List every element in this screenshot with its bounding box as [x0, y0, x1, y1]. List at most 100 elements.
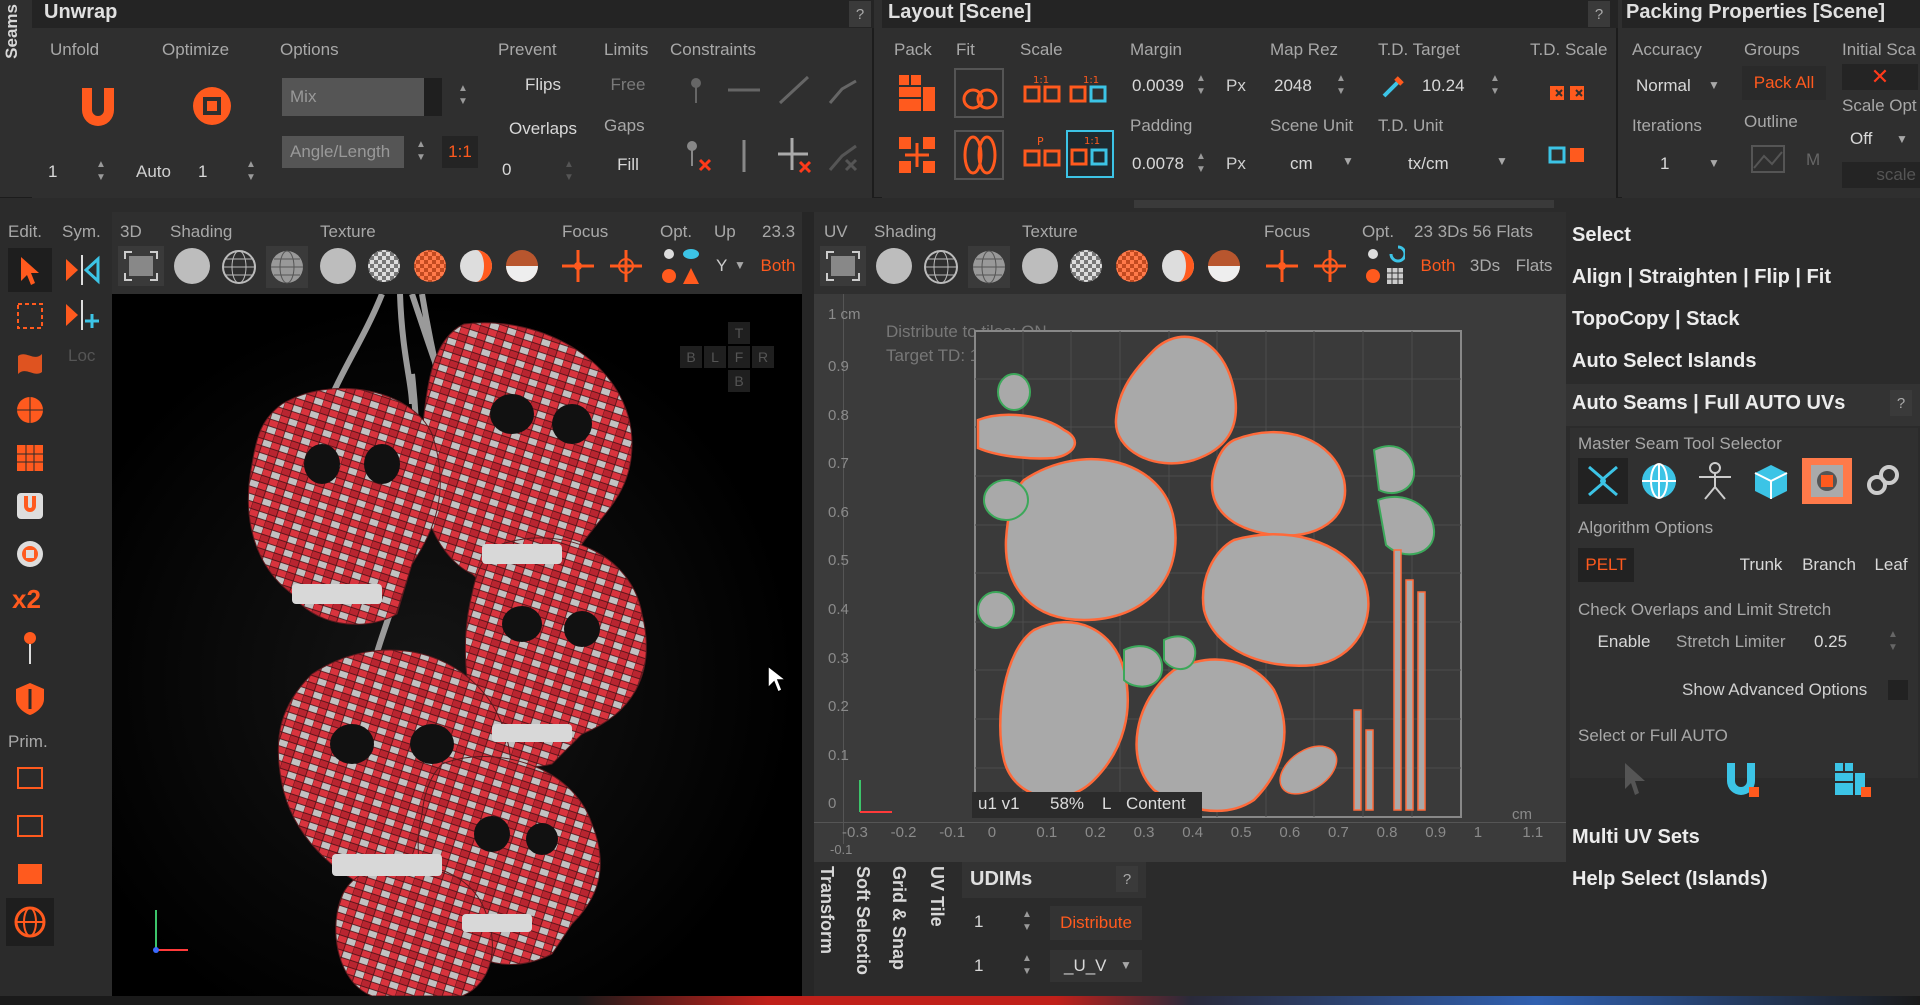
iterations-chevron-icon[interactable]: ▼	[1708, 156, 1720, 170]
fit-icon[interactable]	[954, 68, 1004, 118]
margin-field[interactable]: 0.0039	[1124, 70, 1194, 102]
auto-select-cursor-icon[interactable]	[1612, 756, 1662, 802]
uv-texture-distortion-icon[interactable]	[1160, 248, 1196, 284]
prim-island-icon[interactable]	[6, 898, 54, 946]
td-scale-get-icon[interactable]	[1546, 136, 1590, 176]
tab-uv-tile[interactable]: UV Tile	[926, 866, 947, 927]
map-rez-spinner[interactable]: ▲ ▼	[1334, 72, 1348, 100]
td-target-field[interactable]: 10.24	[1414, 70, 1492, 102]
3d-focus-selection-icon[interactable]	[606, 248, 646, 284]
3d-shading-flat-icon[interactable]	[174, 248, 210, 284]
seams-tab[interactable]: Seams	[2, 4, 22, 59]
unfold-iterations-spinner[interactable]: ▲ ▼	[94, 158, 108, 186]
diagonal-constraint-icon[interactable]	[774, 72, 814, 108]
accuracy-chevron-icon[interactable]: ▼	[1708, 78, 1720, 92]
padding-spinner[interactable]: ▲ ▼	[1194, 150, 1208, 178]
unfold-icon[interactable]	[72, 80, 124, 132]
scale-td-icon[interactable]: 1:1	[1066, 130, 1114, 178]
udims-help-button[interactable]: ?	[1116, 866, 1138, 892]
view-bottom[interactable]: B	[728, 370, 750, 392]
3d-both-button[interactable]: Both	[756, 248, 800, 284]
td-unit-chevron-icon[interactable]: ▼	[1496, 154, 1508, 168]
x2-tool[interactable]: x2	[12, 584, 41, 615]
unwrap-mode-select[interactable]: Mix	[282, 78, 442, 116]
scale-opt-chevron-icon[interactable]: ▼	[1896, 132, 1908, 146]
tab-transform[interactable]: Transform	[816, 866, 837, 954]
pelt-button[interactable]: PELT	[1578, 548, 1634, 582]
uv-opt-icon[interactable]	[1358, 244, 1408, 288]
uv-3ds-button[interactable]: 3Ds	[1464, 248, 1506, 284]
show-advanced-checkbox[interactable]	[1888, 680, 1908, 700]
3d-shading-both-icon[interactable]	[266, 246, 308, 288]
prim-vertex-icon[interactable]	[8, 756, 52, 800]
horizontal-constraint-icon[interactable]	[724, 72, 764, 108]
remove-cross-constraint-icon[interactable]	[772, 134, 816, 178]
view-cube[interactable]: T B L F R B	[680, 320, 780, 396]
3d-texture-none-icon[interactable]	[320, 248, 356, 284]
trunk-button[interactable]: Trunk	[1730, 548, 1792, 582]
3d-texture-td-icon[interactable]	[504, 248, 540, 284]
overlaps-button[interactable]: Overlaps	[500, 112, 586, 146]
uv-shading-wire-icon[interactable]	[922, 248, 960, 286]
scale-button[interactable]: scale	[1842, 162, 1920, 188]
padding-field[interactable]: 0.0078	[1124, 148, 1194, 180]
stretch-limiter-spinner[interactable]: ▲ ▼	[1886, 628, 1900, 656]
shield-tool-icon[interactable]	[8, 676, 52, 720]
seam-tool-link-icon[interactable]	[1858, 458, 1908, 504]
uv-shading-flat-icon[interactable]	[876, 248, 912, 284]
3d-texture-distortion-icon[interactable]	[458, 248, 494, 284]
td-scale-set-icon[interactable]	[1546, 74, 1590, 114]
3d-texture-checker-icon[interactable]	[366, 248, 402, 284]
view-left[interactable]: L	[704, 346, 726, 368]
tab-soft-selection[interactable]: Soft Selectio	[852, 866, 873, 975]
seam-tool-flat-icon[interactable]	[1802, 458, 1852, 504]
uv-shading-both-icon[interactable]	[968, 246, 1010, 288]
fill-button[interactable]: Fill	[600, 148, 656, 182]
3d-frame-icon[interactable]	[118, 246, 164, 286]
uv-both-button[interactable]: Both	[1414, 248, 1462, 284]
3d-texture-stretch-icon[interactable]	[412, 248, 448, 284]
margin-spinner[interactable]: ▲ ▼	[1194, 72, 1208, 100]
help-select-section[interactable]: Help Select (Islands)	[1572, 868, 1768, 891]
uv-focus-selection-icon[interactable]	[1310, 248, 1350, 284]
up-axis-chevron-icon[interactable]: ▼	[734, 258, 746, 272]
metric-spinner[interactable]: ▲ ▼	[414, 138, 428, 166]
lasso-select-icon[interactable]	[8, 342, 52, 386]
3d-focus-icon[interactable]	[558, 248, 598, 284]
auto-select-islands-section[interactable]: Auto Select Islands	[1572, 350, 1757, 373]
align-section[interactable]: Align | Straighten | Flip | Fit	[1572, 266, 1831, 289]
3d-opt-icon[interactable]	[654, 244, 704, 288]
grid-select-icon[interactable]	[8, 436, 52, 480]
scale-one-icon[interactable]: 1:1	[1022, 72, 1064, 114]
uv-texture-none-icon[interactable]	[1022, 248, 1058, 284]
prim-face-icon[interactable]	[8, 852, 52, 896]
seam-tool-pelt-icon[interactable]	[1578, 458, 1628, 504]
distribute-button[interactable]: Distribute	[1050, 906, 1142, 940]
unwrap-metric-select[interactable]: Angle/Length	[282, 136, 404, 168]
free-button[interactable]: Free	[600, 68, 656, 102]
view-right[interactable]: R	[752, 346, 774, 368]
symmetry-icon[interactable]	[60, 248, 104, 292]
free-constraint-icon[interactable]	[824, 72, 864, 108]
select-section[interactable]: Select	[1572, 224, 1631, 247]
udim-u-spinner[interactable]: ▲ ▼	[1020, 908, 1034, 936]
seam-tool-character-icon[interactable]	[1690, 458, 1740, 504]
seam-tool-sphere-icon[interactable]	[1634, 458, 1684, 504]
toolbar-scrollbar[interactable]	[1134, 200, 1554, 208]
prim-edge-icon[interactable]	[8, 804, 52, 848]
uv-texture-stretch-icon[interactable]	[1114, 248, 1150, 284]
auto-value-spinner[interactable]: ▲ ▼	[244, 158, 258, 186]
sphere-select-icon[interactable]	[8, 388, 52, 432]
td-picker-icon[interactable]	[1378, 72, 1408, 102]
uv-texture-checker-icon[interactable]	[1068, 248, 1104, 284]
pack-move-icon[interactable]	[894, 132, 940, 178]
leaf-button[interactable]: Leaf	[1866, 548, 1916, 582]
uv-content-label[interactable]: Content	[1126, 794, 1186, 814]
map-rez-field[interactable]: 2048	[1266, 70, 1342, 102]
auto-seams-section[interactable]: Auto Seams | Full AUTO UVs	[1572, 392, 1845, 415]
uv-flats-button[interactable]: Flats	[1508, 248, 1560, 284]
view-back[interactable]: B	[680, 346, 702, 368]
ratio-toggle[interactable]: 1:1	[442, 136, 478, 168]
remove-pin-icon[interactable]	[678, 136, 718, 176]
seam-tool-box-icon[interactable]	[1746, 458, 1796, 504]
